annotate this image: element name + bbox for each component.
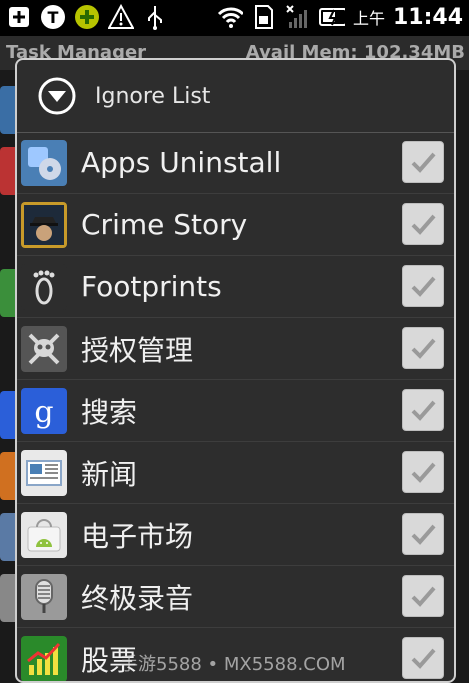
list-item-label: 电子市场: [81, 519, 194, 553]
list-item-checkbox[interactable]: [402, 389, 444, 431]
apps-uninstall-icon: [21, 139, 67, 186]
list-item-checkbox[interactable]: [402, 513, 444, 555]
list-item-checkbox[interactable]: [402, 265, 444, 307]
status-bar-notifications: T: [6, 4, 168, 30]
skull-icon: [21, 325, 67, 372]
news-icon: [21, 449, 67, 496]
status-bar: T 上午 11:44: [0, 0, 469, 36]
android-market-icon: [21, 511, 67, 558]
list-item[interactable]: 电子市场: [17, 504, 454, 566]
checkmark-icon: [411, 524, 436, 545]
list-item[interactable]: Apps Uninstall: [17, 132, 454, 194]
list-item-checkbox[interactable]: [402, 575, 444, 617]
footprints-icon: [21, 263, 67, 310]
plus-circle-icon: [74, 4, 100, 30]
list-item[interactable]: 授权管理: [17, 318, 454, 380]
dialog-header: Ignore List: [17, 60, 454, 133]
list-item-label: 新闻: [81, 457, 138, 491]
microphone-icon: [21, 573, 67, 620]
checkmark-icon: [411, 152, 436, 173]
ignore-list: Apps Uninstall Crime Story Footprints 授权…: [17, 132, 454, 681]
status-bar-ampm: 上午: [352, 9, 385, 28]
status-bar-system: 上午 11:44: [217, 4, 463, 30]
list-item-label: 终极录音: [81, 581, 194, 615]
checkmark-icon: [411, 338, 436, 359]
crime-story-icon: [21, 201, 67, 248]
plus-icon: [6, 4, 32, 30]
dialog-title: Ignore List: [95, 83, 211, 109]
stocks-icon: [21, 635, 67, 681]
checkmark-icon: [411, 276, 436, 297]
list-item[interactable]: Footprints: [17, 256, 454, 318]
list-item[interactable]: 新闻: [17, 442, 454, 504]
checkmark-icon: [411, 400, 436, 421]
signal-off-icon: [285, 4, 311, 30]
checkmark-icon: [411, 586, 436, 607]
sim-icon: [251, 4, 277, 30]
status-bar-time: 11:44: [392, 4, 463, 30]
list-item[interactable]: g 搜索: [17, 380, 454, 442]
list-item-label: 授权管理: [81, 333, 194, 367]
list-item-checkbox[interactable]: [402, 451, 444, 493]
list-item-checkbox[interactable]: [402, 637, 444, 679]
list-item-label: Apps Uninstall: [81, 146, 282, 179]
list-item-label: 搜索: [81, 395, 138, 429]
wifi-icon: [217, 4, 243, 30]
svg-text:g: g: [34, 395, 53, 430]
list-item[interactable]: Crime Story: [17, 194, 454, 256]
google-g-icon: g: [21, 387, 67, 434]
list-item-checkbox[interactable]: [402, 141, 444, 183]
list-item-label: Footprints: [81, 270, 222, 303]
usb-icon: [142, 4, 168, 30]
svg-text:T: T: [48, 8, 59, 27]
battery-charging-icon: [318, 4, 345, 30]
list-item-checkbox[interactable]: [402, 203, 444, 245]
checkmark-icon: [411, 214, 436, 235]
warning-icon: [108, 4, 134, 30]
list-item-label: Crime Story: [81, 208, 248, 241]
t-badge-icon: T: [40, 4, 66, 30]
chevron-down-circle-icon: [38, 77, 76, 115]
list-item[interactable]: 终极录音: [17, 566, 454, 628]
checkmark-icon: [411, 462, 436, 483]
watermark-text: 手游5588 • MX5588.COM: [120, 654, 346, 675]
checkmark-icon: [411, 648, 436, 669]
list-item-checkbox[interactable]: [402, 327, 444, 369]
ignore-list-dialog: Ignore List Apps Uninstall Crime Story F…: [15, 58, 456, 683]
